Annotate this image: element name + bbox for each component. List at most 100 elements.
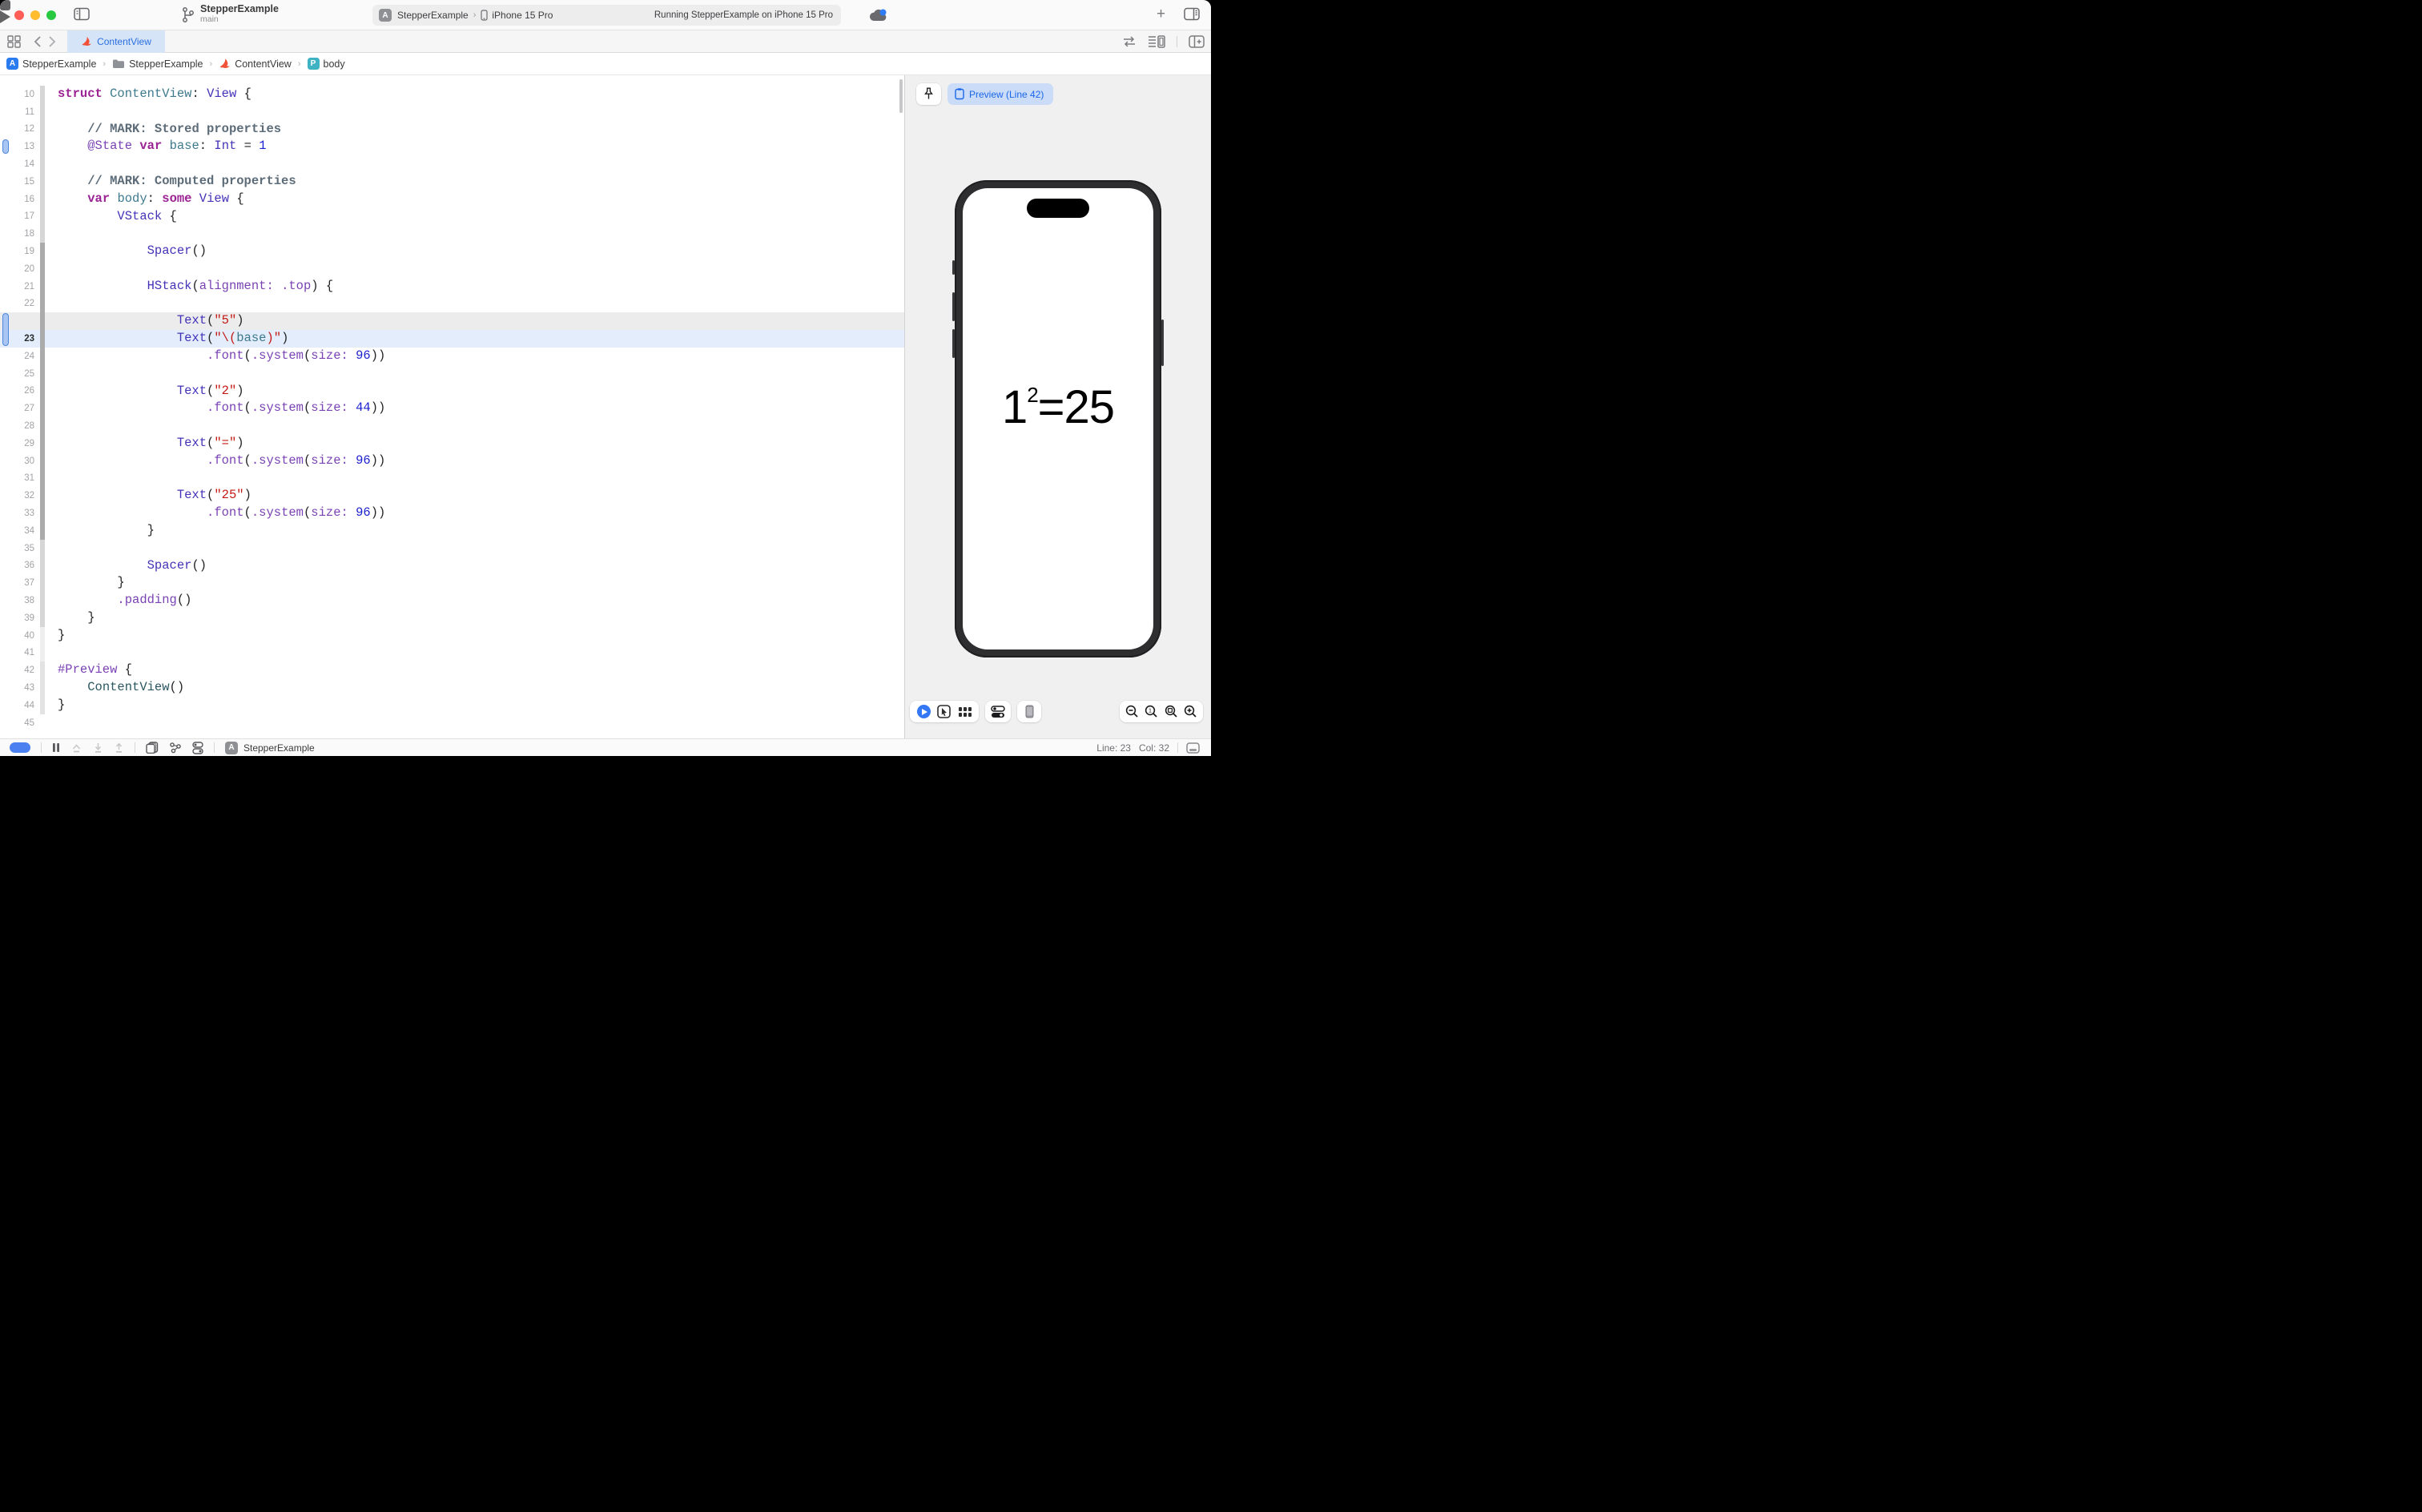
pause-icon[interactable]	[52, 742, 60, 753]
code-line-11[interactable]: 11	[0, 103, 904, 121]
navigate-forward-icon[interactable]	[48, 35, 56, 48]
swap-editor-icon[interactable]	[1122, 36, 1137, 47]
breadcrumb-label[interactable]: ContentView	[235, 58, 292, 70]
code-text: }	[45, 574, 125, 592]
selectable-mode-icon[interactable]	[937, 705, 951, 718]
close-window-button[interactable]	[14, 10, 24, 20]
zoom-window-button[interactable]	[46, 10, 56, 20]
add-editor-icon[interactable]	[1189, 35, 1205, 48]
line-number: 29	[0, 439, 40, 448]
code-line-41[interactable]: 41	[0, 645, 904, 662]
code-line-13[interactable]: 13 @State var base: Int = 1	[0, 138, 904, 155]
breadcrumb-label[interactable]: body	[324, 58, 345, 70]
preview-device-button[interactable]	[1017, 701, 1041, 722]
phone-screen[interactable]: 1 2 = 25	[963, 188, 1153, 649]
window-title: StepperExample main	[200, 3, 279, 24]
zoom-out-icon[interactable]	[1125, 705, 1139, 718]
zoom-in-icon[interactable]	[1184, 705, 1197, 718]
code-line-30[interactable]: 30 .font(.system(size: 96))	[0, 452, 904, 470]
code-line-19[interactable]: 19 Spacer()	[0, 243, 904, 260]
right-sidebar-toggle-icon[interactable]	[1184, 7, 1200, 21]
device-settings-button[interactable]	[985, 701, 1011, 722]
destination-label[interactable]: iPhone 15 Pro	[492, 10, 553, 21]
view-hierarchy-icon[interactable]	[146, 742, 159, 754]
code-line-43[interactable]: 43 ContentView()	[0, 679, 904, 697]
add-button[interactable]: +	[1157, 6, 1165, 23]
property-icon: P	[308, 58, 320, 70]
code-line-25[interactable]: 25	[0, 365, 904, 383]
line-number: 12	[0, 124, 40, 134]
line-number: 14	[0, 159, 40, 169]
code-line-22[interactable]: 22	[0, 296, 904, 313]
line-number: 22	[0, 299, 40, 308]
code-line-26[interactable]: 26 Text("2")	[0, 383, 904, 400]
line-number: 43	[0, 683, 40, 693]
code-line-20[interactable]: 20	[0, 260, 904, 278]
code-line-18[interactable]: 18	[0, 225, 904, 243]
code-line-34[interactable]: 34 }	[0, 522, 904, 540]
code-line-17[interactable]: 17 VStack {	[0, 208, 904, 226]
zoom-fit-icon[interactable]	[1165, 705, 1178, 718]
minimap-options-icon[interactable]	[1148, 35, 1165, 48]
code-line-16[interactable]: 16 var body: some View {	[0, 191, 904, 208]
code-line-35[interactable]: 35	[0, 540, 904, 557]
code-line-37[interactable]: 37 }	[0, 574, 904, 592]
code-line-39[interactable]: 39 }	[0, 609, 904, 627]
breadcrumb-file[interactable]: ContentView	[219, 58, 292, 70]
code-line-45[interactable]: 45	[0, 714, 904, 732]
minimize-window-button[interactable]	[30, 10, 40, 20]
breadcrumb-separator: ›	[210, 59, 213, 69]
code-line-38[interactable]: 38 .padding()	[0, 592, 904, 609]
code-line-33[interactable]: 33 .font(.system(size: 96))	[0, 505, 904, 522]
code-line-ghost[interactable]: Text("5")	[0, 312, 904, 330]
code-line-32[interactable]: 32 Text("25")	[0, 487, 904, 505]
line-number: 17	[0, 211, 40, 221]
line-number: 41	[0, 648, 40, 657]
running-app[interactable]: A StepperExample	[225, 742, 315, 754]
code-line-40[interactable]: 40}	[0, 627, 904, 645]
memory-graph-icon[interactable]	[169, 742, 182, 754]
code-line-36[interactable]: 36 Spacer()	[0, 557, 904, 575]
code-text: }	[45, 697, 65, 714]
preview-line-button[interactable]: Preview (Line 42)	[947, 83, 1053, 105]
environment-overrides-icon[interactable]	[192, 742, 203, 754]
live-preview-button[interactable]	[917, 705, 931, 718]
pin-preview-button[interactable]	[916, 83, 941, 105]
code-line-10[interactable]: 10struct ContentView: View {	[0, 86, 904, 103]
run-button[interactable]	[0, 10, 10, 23]
code-line-12[interactable]: 12 // MARK: Stored properties	[0, 121, 904, 139]
tab-label: ContentView	[97, 36, 151, 47]
activity-status-pill[interactable]: A StepperExample › iPhone 15 Pro Running…	[372, 5, 841, 26]
breadcrumb-symbol[interactable]: P body	[308, 58, 345, 70]
breadcrumb-label[interactable]: StepperExample	[129, 58, 203, 70]
stop-button[interactable]	[0, 0, 10, 10]
step-over-icon	[70, 742, 82, 754]
code-line-44[interactable]: 44}	[0, 697, 904, 714]
code-line-29[interactable]: 29 Text("=")	[0, 435, 904, 452]
left-sidebar-toggle-icon[interactable]	[74, 7, 90, 21]
breadcrumb-group[interactable]: StepperExample	[112, 58, 203, 70]
navigate-back-icon[interactable]	[34, 35, 42, 48]
code-line-23[interactable]: 23 Text("\(base)")	[0, 330, 904, 348]
code-line-14[interactable]: 14	[0, 155, 904, 173]
code-line-24[interactable]: 24 .font(.system(size: 96))	[0, 348, 904, 365]
zoom-100-icon[interactable]: 1	[1145, 705, 1158, 718]
breakpoints-toggle[interactable]	[10, 742, 30, 753]
scheme-project-label[interactable]: StepperExample	[397, 10, 469, 21]
breadcrumb-label[interactable]: StepperExample	[22, 58, 96, 70]
editor-scrollbar[interactable]	[899, 79, 903, 113]
tab-overview-icon[interactable]	[7, 35, 22, 48]
breadcrumb-project[interactable]: A StepperExample	[6, 58, 96, 70]
source-editor[interactable]: 10struct ContentView: View {1112 // MARK…	[0, 75, 904, 738]
tab-contentview[interactable]: ContentView	[67, 30, 165, 53]
variants-mode-icon[interactable]	[958, 706, 972, 718]
line-number: 33	[0, 509, 40, 518]
code-line-31[interactable]: 31	[0, 470, 904, 488]
code-fold-ribbon	[40, 365, 45, 383]
code-line-27[interactable]: 27 .font(.system(size: 44))	[0, 400, 904, 417]
code-line-42[interactable]: 42#Preview {	[0, 662, 904, 679]
code-line-28[interactable]: 28	[0, 417, 904, 435]
code-line-21[interactable]: 21 HStack(alignment: .top) {	[0, 278, 904, 296]
editor-layout-icon[interactable]	[1186, 742, 1200, 754]
code-line-15[interactable]: 15 // MARK: Computed properties	[0, 173, 904, 191]
